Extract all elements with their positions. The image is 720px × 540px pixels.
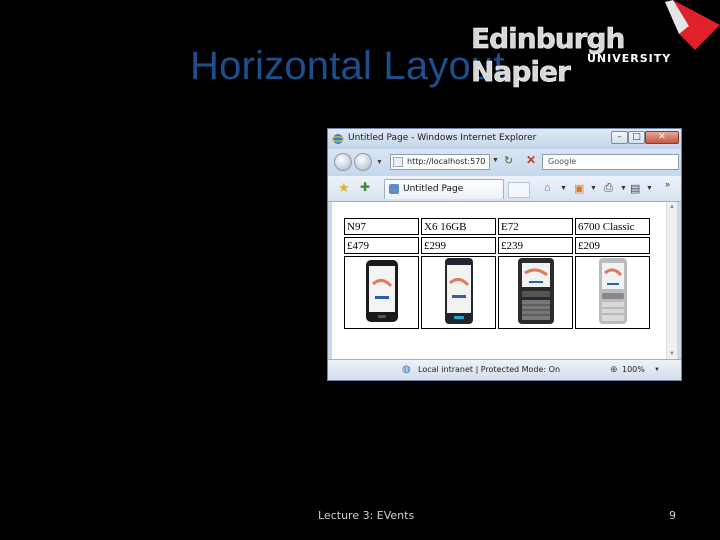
- table-row-images: [344, 256, 650, 329]
- tab-untitled-page[interactable]: Untitled Page: [384, 179, 504, 199]
- history-dropdown-icon[interactable]: ▼: [376, 159, 383, 166]
- table-row-prices: £479 £299 £239 £209: [344, 237, 650, 254]
- phone-name-cell: 6700 Classic: [575, 218, 650, 235]
- page-dropdown-icon[interactable]: ▼: [646, 185, 653, 192]
- ie-icon: [332, 134, 344, 144]
- university-logo: Edinburgh Napier UNIVERSITY: [465, 0, 720, 88]
- table-row-names: N97 X6 16GB E72 6700 Classic: [344, 218, 650, 235]
- intranet-globe-icon: ◍: [402, 364, 411, 375]
- zoom-icon[interactable]: ⊕: [610, 364, 618, 375]
- page-menu-icon[interactable]: ▤: [630, 182, 640, 195]
- close-button[interactable]: ✕: [645, 131, 679, 144]
- page-content: N97 X6 16GB E72 6700 Classic £479 £299 £…: [332, 202, 677, 359]
- page-number: 9: [669, 509, 676, 522]
- search-placeholder: Google: [548, 157, 577, 166]
- refresh-icon[interactable]: ↻: [504, 154, 513, 167]
- phone-name-cell: X6 16GB: [421, 218, 496, 235]
- window-title: Untitled Page - Windows Internet Explore…: [348, 133, 537, 143]
- feeds-icon[interactable]: ▣: [574, 182, 584, 195]
- feeds-dropdown-icon[interactable]: ▼: [590, 185, 597, 192]
- slide-title: Horizontal Layout: [190, 44, 505, 88]
- tab-title: Untitled Page: [403, 184, 464, 194]
- home-dropdown-icon[interactable]: ▼: [560, 185, 567, 192]
- scroll-up-icon[interactable]: ▲: [669, 204, 675, 210]
- search-input[interactable]: Google: [542, 154, 679, 170]
- minimize-button[interactable]: –: [611, 131, 628, 144]
- vertical-scrollbar[interactable]: ▲ ▼: [666, 202, 677, 359]
- phone-name-cell: E72: [498, 218, 573, 235]
- maximize-button[interactable]: □: [628, 131, 645, 144]
- add-favorites-icon[interactable]: ✚: [360, 180, 370, 194]
- phone-table: N97 X6 16GB E72 6700 Classic £479 £299 £…: [342, 216, 652, 331]
- phone-price-cell: £479: [344, 237, 419, 254]
- stop-icon[interactable]: ✕: [526, 153, 536, 167]
- phone-name-cell: N97: [344, 218, 419, 235]
- logo-mark-icon: [665, 0, 720, 50]
- back-button[interactable]: [334, 153, 352, 171]
- phone-6700-icon: [598, 258, 627, 324]
- zoom-dropdown-icon[interactable]: ▼: [654, 367, 660, 373]
- new-tab-button[interactable]: [508, 182, 530, 198]
- phone-price-cell: £239: [498, 237, 573, 254]
- scroll-down-icon[interactable]: ▼: [669, 351, 675, 357]
- page-icon: [393, 157, 403, 167]
- print-dropdown-icon[interactable]: ▼: [620, 185, 627, 192]
- browser-window: Untitled Page - Windows Internet Explore…: [327, 128, 682, 381]
- url-input[interactable]: http://localhost:570: [390, 154, 490, 170]
- chevron-more-icon[interactable]: »: [665, 179, 670, 189]
- logo-subtitle: UNIVERSITY: [587, 52, 672, 65]
- phone-price-cell: £209: [575, 237, 650, 254]
- phone-image-cell: [575, 256, 650, 329]
- phone-image-cell: [344, 256, 419, 329]
- tab-page-icon: [389, 184, 399, 194]
- phone-e72-icon: [517, 258, 554, 324]
- security-zone-text: Local intranet | Protected Mode: On: [418, 365, 561, 374]
- phone-n97-icon: [365, 260, 398, 322]
- phone-x6-icon: [444, 258, 473, 324]
- favorites-star-icon[interactable]: ★: [338, 180, 350, 196]
- phone-price-cell: £299: [421, 237, 496, 254]
- status-bar: ◍ Local intranet | Protected Mode: On ⊕ …: [328, 359, 681, 380]
- forward-button[interactable]: [354, 153, 372, 171]
- favorites-bar: ★ ✚ Untitled Page ⌂ ▼ ▣ ▼ ⎙ ▼ ▤ ▼ »: [328, 176, 681, 202]
- browser-titlebar: Untitled Page - Windows Internet Explore…: [328, 129, 681, 149]
- phone-image-cell: [421, 256, 496, 329]
- url-text: http://localhost:570: [407, 157, 486, 166]
- phone-image-cell: [498, 256, 573, 329]
- print-icon[interactable]: ⎙: [604, 182, 613, 195]
- url-dropdown-icon[interactable]: ▼: [492, 157, 499, 164]
- zoom-level[interactable]: 100%: [622, 365, 645, 374]
- address-bar: ▼ http://localhost:570 ▼ ↻ ✕ Google: [328, 149, 681, 176]
- home-icon[interactable]: ⌂: [544, 182, 551, 194]
- slide-footer: Lecture 3: EVents: [318, 509, 415, 522]
